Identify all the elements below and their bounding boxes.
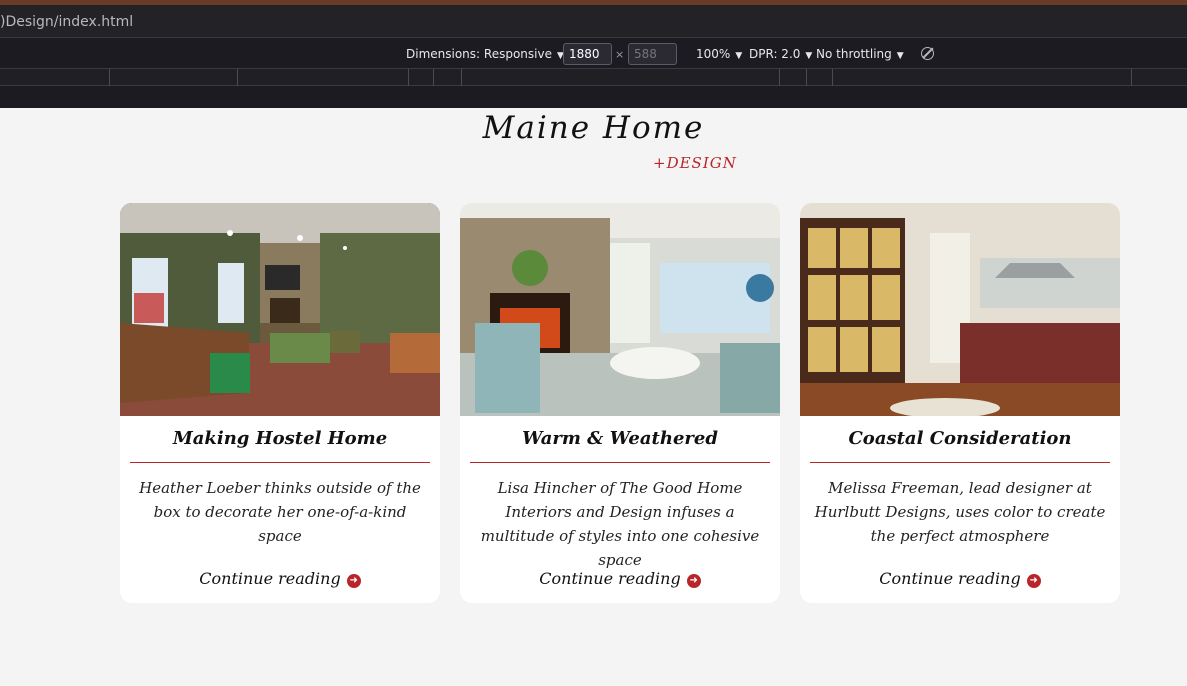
title-divider [470, 462, 770, 463]
arrow-circle-right-icon: ➜ [1026, 574, 1041, 588]
address-bar[interactable]: )Design/index.html [0, 5, 1187, 38]
article-title[interactable]: Warm & Weathered [470, 428, 770, 449]
continue-reading-link[interactable]: Continue reading ➜ [120, 569, 440, 588]
continue-reading-label: Continue reading [879, 569, 1021, 588]
continue-reading-link[interactable]: Continue reading ➜ [460, 569, 780, 588]
ruler-tick [1131, 69, 1132, 86]
dimensions-label: Dimensions: Responsive [406, 47, 552, 61]
article-photo[interactable] [120, 203, 440, 416]
continue-reading-label: Continue reading [539, 569, 681, 588]
ruler-tick [461, 69, 462, 86]
article-summary: Heather Loeber thinks outside of the box… [139, 479, 421, 545]
media-query-bar [0, 69, 1187, 86]
rotate-viewport-icon[interactable] [921, 47, 934, 60]
article-title[interactable]: Coastal Consideration [810, 428, 1110, 449]
title-divider [810, 462, 1110, 463]
chevron-down-icon: ▼ [735, 51, 743, 61]
ruler-tick [433, 69, 434, 86]
viewport-width-input[interactable] [563, 43, 612, 65]
ruler-tick [408, 69, 409, 86]
ruler-tick [779, 69, 780, 86]
article-summary: Lisa Hincher of The Good Home Interiors … [480, 479, 760, 569]
ruler-tick [806, 69, 807, 86]
ruler-tick [237, 69, 238, 86]
article-title[interactable]: Making Hostel Home [130, 428, 430, 449]
article-photo[interactable] [460, 203, 780, 416]
article-card: Making Hostel Home Heather Loeber thinks… [120, 203, 440, 603]
article-card: Coastal Consideration Melissa Freeman, l… [800, 203, 1120, 603]
arrow-circle-right-icon: ➜ [346, 574, 361, 588]
site-title: Maine Home [482, 110, 705, 146]
chevron-down-icon: ▼ [896, 51, 904, 61]
continue-reading-label: Continue reading [199, 569, 341, 588]
throttling-label: No throttling [816, 47, 892, 61]
viewport-height-input[interactable] [628, 43, 677, 65]
article-photo[interactable] [800, 203, 1120, 416]
ruler-tick [109, 69, 110, 86]
arrow-circle-right-icon: ➜ [686, 574, 701, 588]
page-viewport: Maine Home +DESIGN Making Hostel Home He… [0, 108, 1187, 686]
zoom-label: 100% [696, 47, 731, 61]
article-summary: Melissa Freeman, lead designer at Hurlbu… [814, 479, 1106, 545]
viewport-top-band [0, 86, 1187, 108]
chevron-down-icon: ▼ [805, 51, 813, 61]
responsive-design-toolbar: Dimensions: Responsive▼ × 100%▼ DPR: 2.0… [0, 38, 1187, 69]
site-subtitle: +DESIGN [653, 154, 737, 172]
dpr-dropdown[interactable]: DPR: 2.0 ▼ [749, 47, 812, 61]
dimensions-dropdown[interactable]: Dimensions: Responsive ▼ [406, 47, 564, 61]
dpr-label: DPR: 2.0 [749, 47, 801, 61]
dimension-separator: × [615, 48, 625, 61]
article-card: Warm & Weathered Lisa Hincher of The Goo… [460, 203, 780, 603]
ruler-tick [832, 69, 833, 86]
title-divider [130, 462, 430, 463]
zoom-dropdown[interactable]: 100% ▼ [696, 47, 742, 61]
address-bar-url[interactable]: )Design/index.html [0, 14, 133, 30]
throttling-dropdown[interactable]: No throttling ▼ [816, 47, 904, 61]
continue-reading-link[interactable]: Continue reading ➜ [800, 569, 1120, 588]
